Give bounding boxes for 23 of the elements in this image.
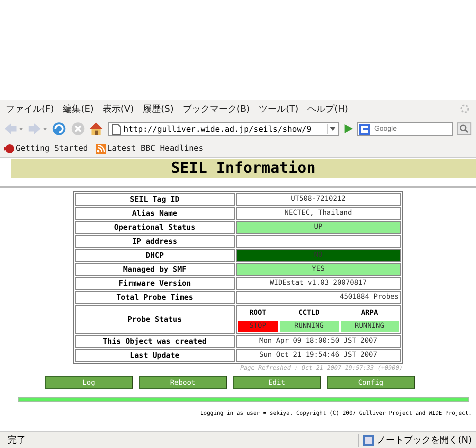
bookmark-link[interactable]: Getting Started — [4, 144, 88, 154]
dropdown-icon[interactable] — [326, 124, 338, 134]
notebook-icon — [363, 435, 374, 446]
menu-item[interactable]: 履歴(S) — [143, 102, 174, 116]
menu-item[interactable]: ブックマーク(B) — [182, 102, 250, 116]
search-icon[interactable] — [457, 122, 472, 136]
page-icon — [112, 124, 121, 134]
reload-icon[interactable] — [52, 121, 67, 137]
menu-item[interactable]: ファイル(F) — [6, 102, 54, 116]
go-icon[interactable] — [342, 123, 354, 135]
rss-icon — [96, 144, 106, 154]
home-icon[interactable] — [89, 121, 104, 137]
engine-icon[interactable] — [359, 124, 370, 134]
throbber-icon — [460, 104, 470, 114]
status-text: 完了 — [8, 434, 26, 447]
bookmark-link[interactable]: Latest BBC Headlines — [96, 144, 204, 154]
menu-item[interactable]: ヘルプ(H) — [308, 102, 348, 116]
menu-item[interactable]: 編集(E) — [63, 102, 94, 116]
menu-item[interactable]: ツール(T) — [259, 102, 299, 116]
address-field[interactable]: http://gulliver.wide.ad.jp/seils/show/9 — [108, 122, 339, 136]
notebook-button[interactable]: ノートブックを開く(N) — [358, 434, 472, 447]
menu-item[interactable]: 表示(V) — [102, 102, 134, 116]
page-title: SEIL Information — [11, 159, 476, 178]
